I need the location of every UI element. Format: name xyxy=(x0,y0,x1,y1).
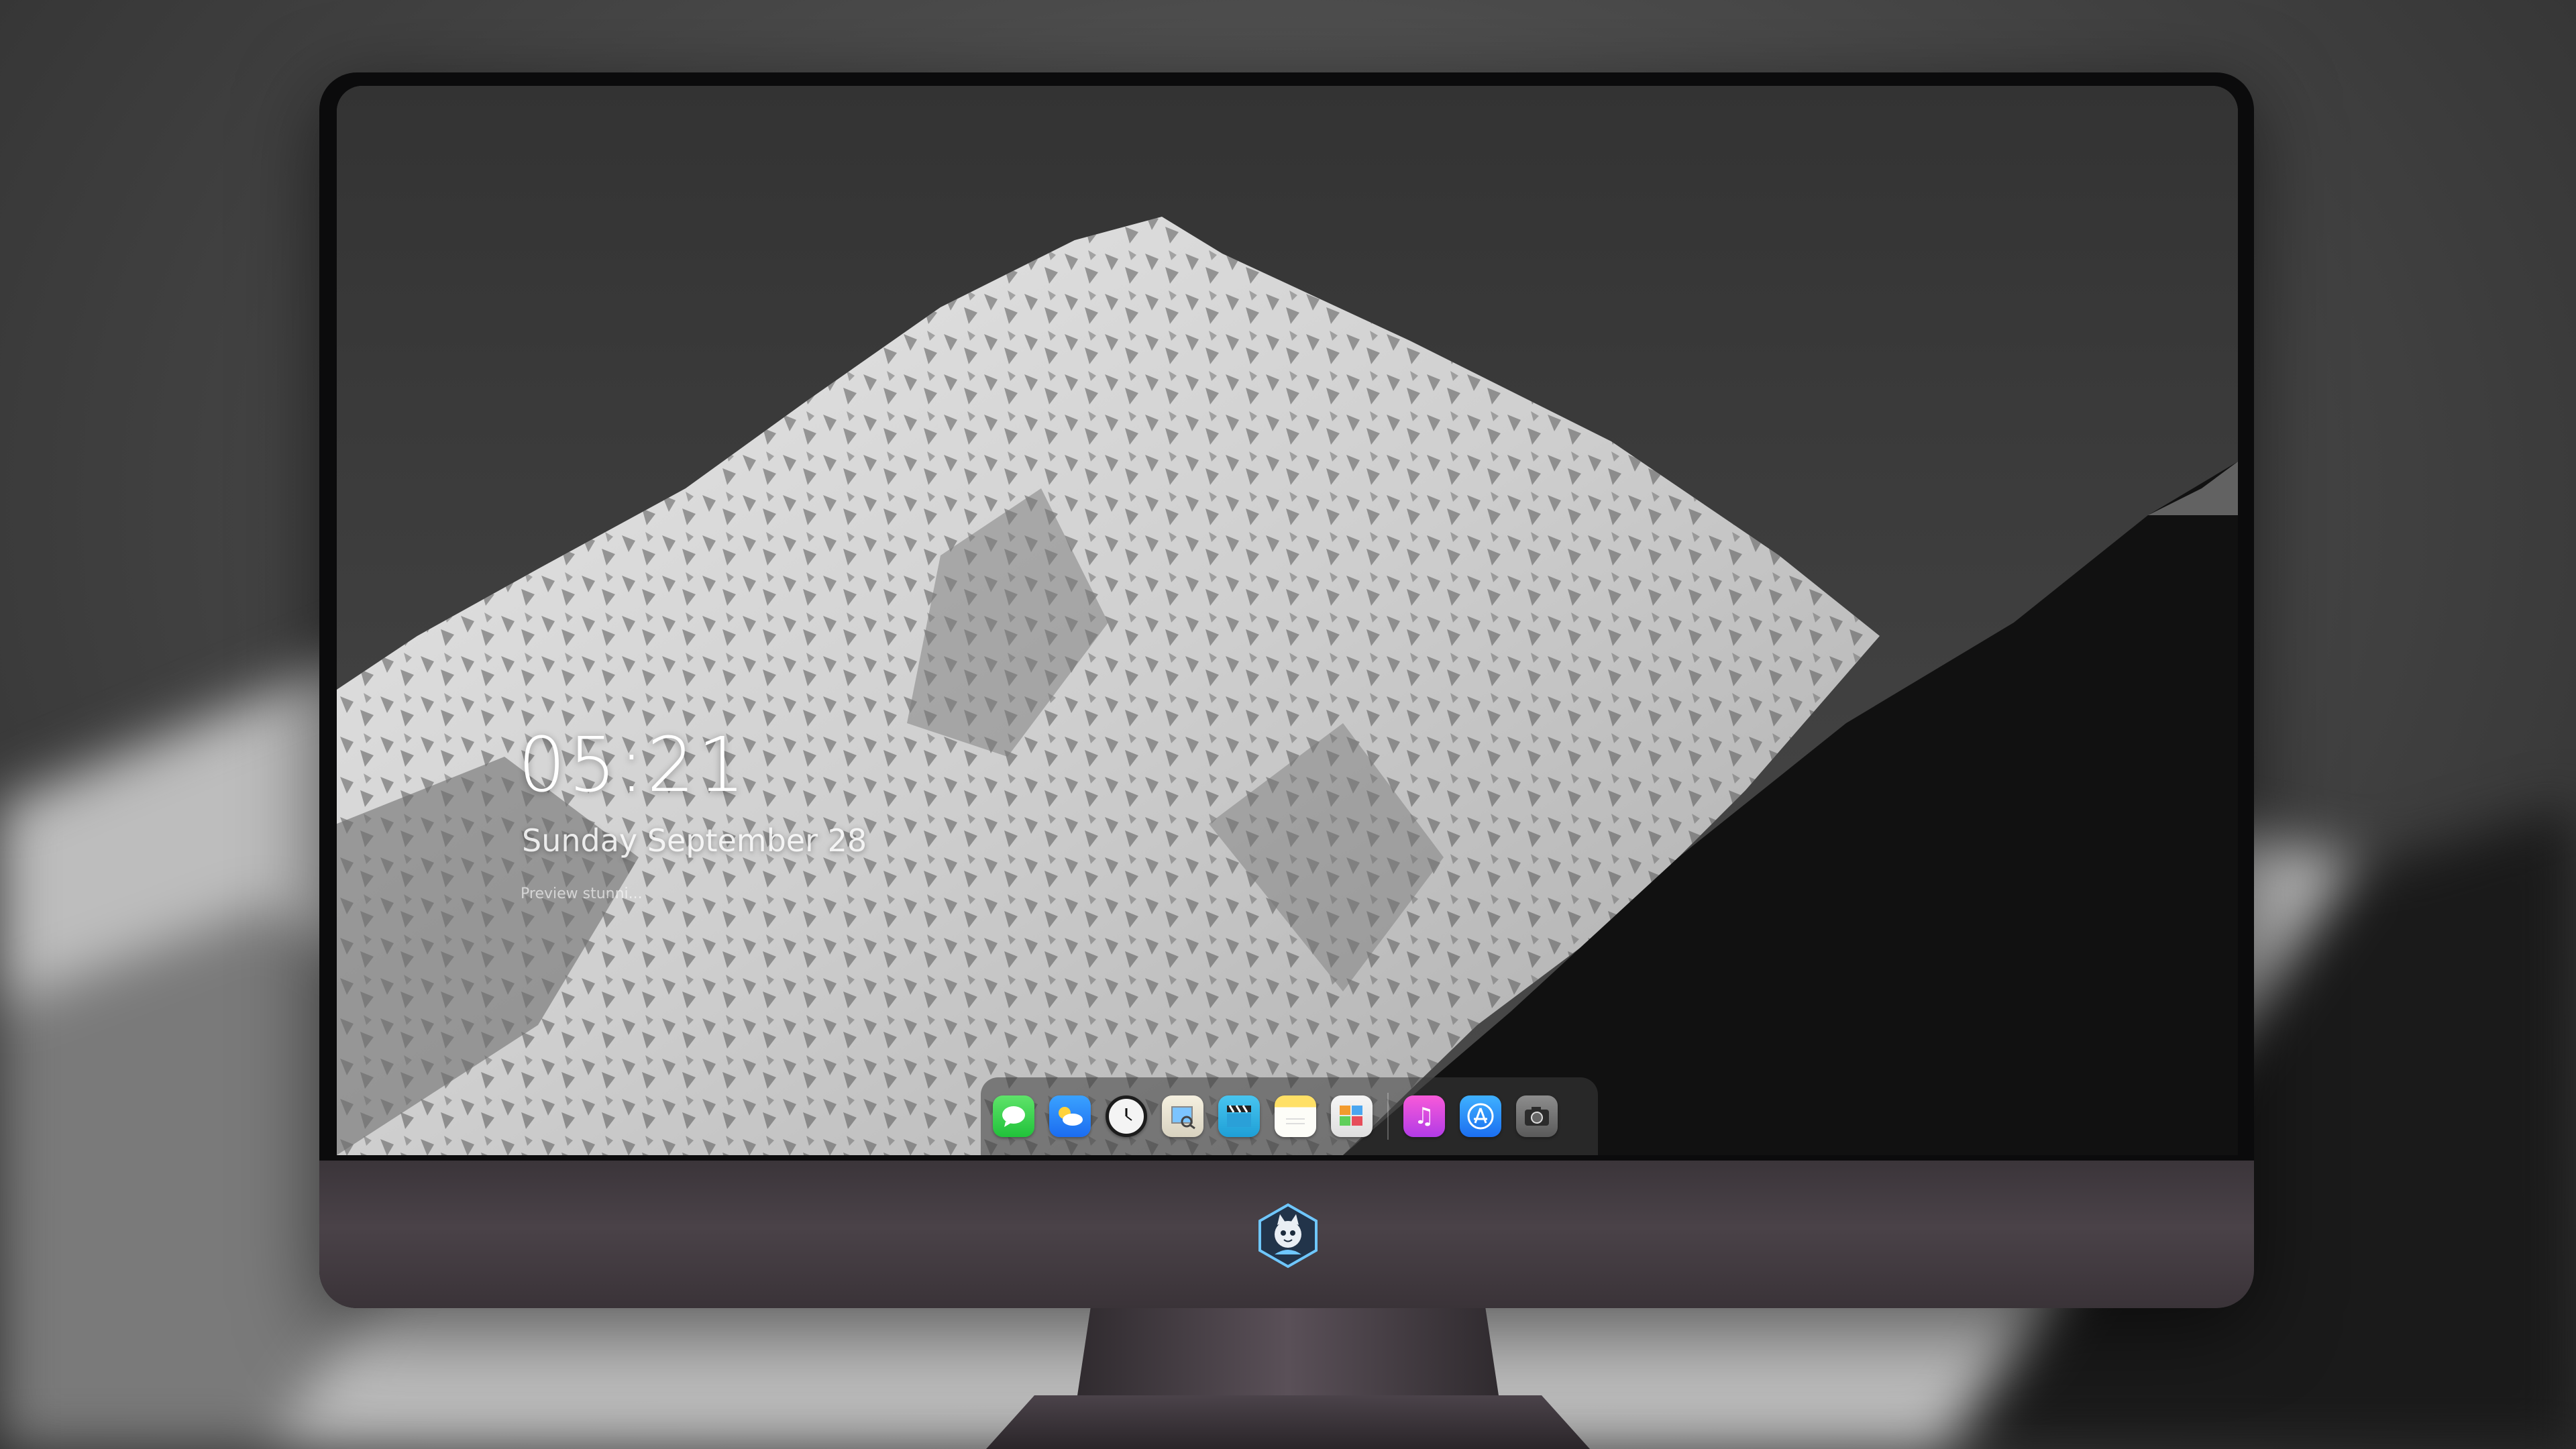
notes-icon[interactable] xyxy=(1275,1095,1316,1137)
preview-icon[interactable] xyxy=(1162,1095,1203,1137)
app-store-icon[interactable] xyxy=(1460,1095,1501,1137)
monitor-stand-base xyxy=(986,1395,1590,1449)
photo-booth-icon[interactable] xyxy=(1331,1095,1373,1137)
mountain-wallpaper xyxy=(337,86,2238,1155)
weather-icon[interactable] xyxy=(1049,1095,1091,1137)
lockscreen-date: Sunday September 28 xyxy=(522,822,867,859)
desktop-screen: 05:21 Sunday September 28 Preview stunni… xyxy=(337,86,2238,1155)
dock: ♫ xyxy=(981,1077,1598,1155)
messages-icon[interactable] xyxy=(993,1095,1034,1137)
clock-icon[interactable] xyxy=(1106,1095,1147,1137)
camera-icon[interactable] xyxy=(1516,1095,1558,1137)
music-note-icon[interactable]: ♫ xyxy=(1403,1095,1445,1137)
lockscreen-clock: 05:21 xyxy=(518,722,748,809)
dock-separator xyxy=(1387,1093,1389,1140)
lockscreen-caption: Preview stunni... xyxy=(521,885,643,902)
clapperboard-icon[interactable] xyxy=(1218,1095,1260,1137)
mascot-logo-icon xyxy=(1254,1202,1322,1269)
